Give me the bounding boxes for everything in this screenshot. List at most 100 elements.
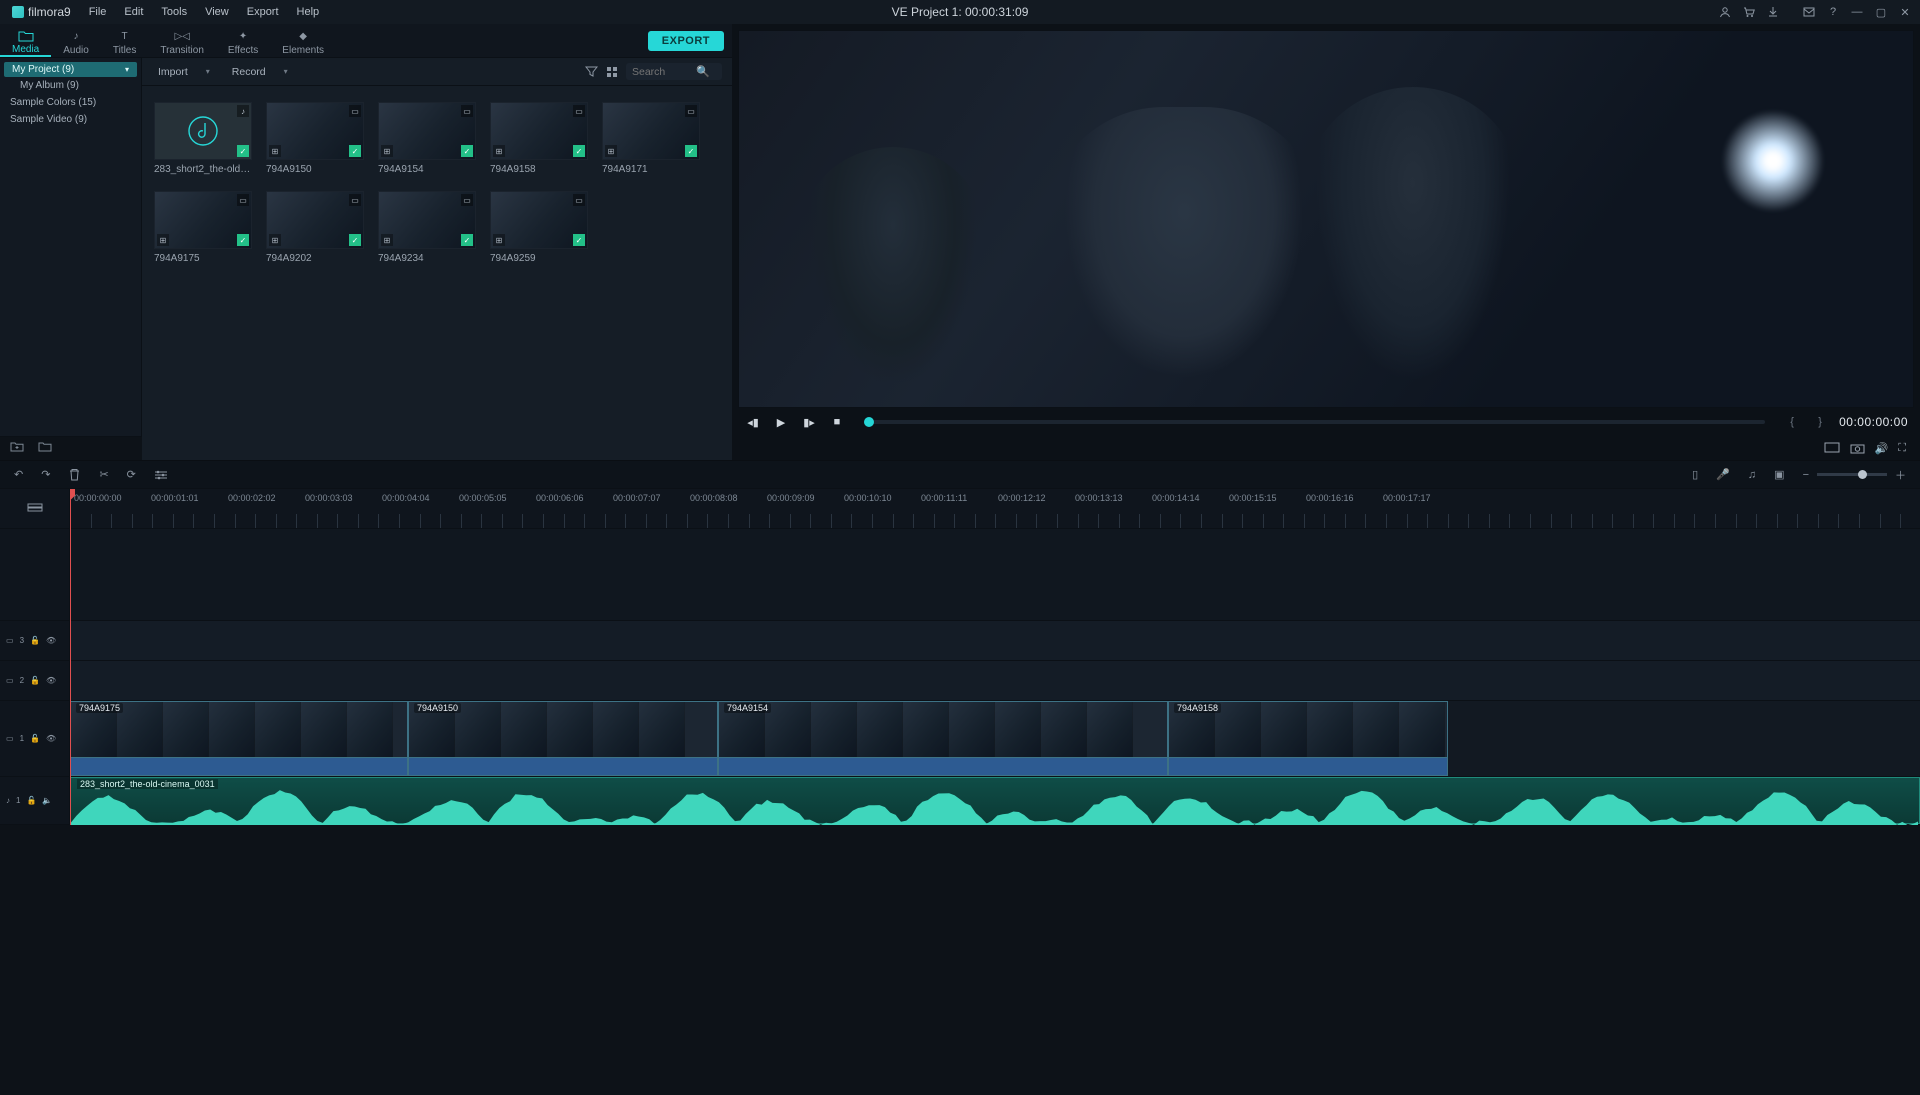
clip-thumbnail[interactable]: ▭⊞✓ [378,102,476,160]
cart-icon[interactable] [1740,3,1758,21]
library-clip[interactable]: ▭⊞✓794A9259 [490,191,588,264]
zoom-out-button[interactable]: − [1803,469,1809,481]
next-frame-button[interactable]: ▮▸ [800,413,818,431]
zoom-slider[interactable] [1817,473,1887,476]
undo-button[interactable]: ↶ [14,468,23,481]
library-clip[interactable]: ▭⊞✓794A9234 [378,191,476,264]
library-clip[interactable]: ▭⊞✓794A9158 [490,102,588,175]
timeline-clip[interactable]: 794A9150 [408,701,718,776]
tab-elements[interactable]: ◆Elements [270,24,336,57]
voiceover-icon[interactable]: 🎤 [1716,468,1730,481]
lock-icon[interactable]: 🔓 [30,676,40,685]
help-icon[interactable]: ? [1824,3,1842,21]
account-icon[interactable] [1716,3,1734,21]
import-dropdown[interactable]: Import▾ [152,64,216,80]
clip-thumbnail[interactable]: ▭⊞✓ [490,102,588,160]
library-clip[interactable]: ♪✓283_short2_the-old-cine… [154,102,252,175]
menu-help[interactable]: Help [289,3,328,21]
zoom-in-button[interactable]: ＋ [1895,467,1906,483]
mark-out-button[interactable]: } [1811,413,1829,431]
audio-clip[interactable]: 283_short2_the-old-cinema_0031 [70,777,1920,824]
visibility-icon[interactable]: 👁 [46,636,56,645]
library-clip[interactable]: ▭⊞✓794A9171 [602,102,700,175]
preview-progress[interactable] [864,420,1765,424]
track-video-2[interactable] [70,661,1920,701]
tab-titles[interactable]: TTitles [101,24,149,57]
clip-thumbnail[interactable]: ♪✓ [154,102,252,160]
menu-file[interactable]: File [81,3,115,21]
lock-icon[interactable]: 🔓 [26,796,36,805]
close-icon[interactable]: ✕ [1896,3,1914,21]
export-button[interactable]: EXPORT [648,31,724,51]
preview-viewer[interactable] [738,30,1914,408]
visibility-icon[interactable]: 👁 [46,734,56,743]
record-dropdown[interactable]: Record▾ [226,64,294,80]
filter-icon[interactable] [585,66,598,78]
mute-icon[interactable]: 🔈 [42,796,52,805]
progress-playhead-icon[interactable] [864,417,874,427]
menu-edit[interactable]: Edit [116,3,151,21]
add-to-timeline-icon[interactable]: ⊞ [269,234,281,246]
tab-media[interactable]: Media [0,24,51,57]
tab-audio[interactable]: ♪Audio [51,24,101,57]
add-to-timeline-icon[interactable]: ⊞ [381,234,393,246]
tab-transition[interactable]: ▷◁Transition [148,24,216,57]
delete-button[interactable] [68,468,81,482]
minimize-icon[interactable]: — [1848,3,1866,21]
clip-thumbnail[interactable]: ▭⊞✓ [378,191,476,249]
fullscreen-icon[interactable]: ⛶ [1898,442,1906,455]
lock-icon[interactable]: 🔓 [30,734,40,743]
clip-thumbnail[interactable]: ▭⊞✓ [266,102,364,160]
sidebar-item-my-album[interactable]: My Album (9) [0,77,141,94]
snapshot-icon[interactable] [1850,442,1865,454]
tab-effects[interactable]: ✦Effects [216,24,270,57]
crop-icon[interactable]: ▣ [1774,468,1784,481]
track-video-1[interactable]: 794A9175794A9150794A9154794A9158 [70,701,1920,777]
grid-view-icon[interactable] [606,66,618,78]
search-input[interactable]: 🔍 [626,63,722,80]
sidebar-item-sample-colors[interactable]: Sample Colors (15) [0,94,141,111]
time-ruler[interactable]: 00:00:00:0000:00:01:0100:00:02:0200:00:0… [70,489,1920,529]
add-to-timeline-icon[interactable]: ⊞ [605,145,617,157]
clip-thumbnail[interactable]: ▭⊞✓ [154,191,252,249]
track-audio-1[interactable]: 283_short2_the-old-cinema_0031 [70,777,1920,825]
timeline-clip[interactable]: 794A9175 [70,701,408,776]
mail-icon[interactable] [1800,3,1818,21]
library-clip[interactable]: ▭⊞✓794A9154 [378,102,476,175]
menu-tools[interactable]: Tools [153,3,195,21]
settings-icon[interactable] [154,469,168,481]
display-toggle-icon[interactable] [1824,442,1840,454]
volume-icon[interactable]: 🔊 [1875,442,1889,455]
sidebar-item-sample-video[interactable]: Sample Video (9) [0,111,141,128]
new-folder-icon[interactable] [10,441,26,457]
menu-export[interactable]: Export [239,3,287,21]
marker-icon[interactable]: ▯ [1692,468,1698,481]
mixer-icon[interactable]: ♫ [1748,469,1756,481]
split-button[interactable]: ✂ [99,468,108,481]
prev-frame-button[interactable]: ◂▮ [744,413,762,431]
maximize-icon[interactable]: ▢ [1872,3,1890,21]
library-clip[interactable]: ▭⊞✓794A9175 [154,191,252,264]
clip-thumbnail[interactable]: ▭⊞✓ [266,191,364,249]
menu-view[interactable]: View [197,3,237,21]
search-field[interactable] [632,66,696,78]
track-video-3[interactable] [70,621,1920,661]
add-to-timeline-icon[interactable]: ⊞ [493,145,505,157]
add-to-timeline-icon[interactable]: ⊞ [381,145,393,157]
playhead[interactable] [70,489,71,825]
timeline-clip[interactable]: 794A9154 [718,701,1168,776]
redo-button[interactable]: ↷ [41,468,50,481]
add-to-timeline-icon[interactable]: ⊞ [269,145,281,157]
library-clip[interactable]: ▭⊞✓794A9202 [266,191,364,264]
clip-thumbnail[interactable]: ▭⊞✓ [602,102,700,160]
library-clip[interactable]: ▭⊞✓794A9150 [266,102,364,175]
sidebar-project-heading[interactable]: My Project (9) ▾ [4,62,137,77]
tracks-area[interactable]: 00:00:00:0000:00:01:0100:00:02:0200:00:0… [70,489,1920,825]
lock-icon[interactable]: 🔓 [30,636,40,645]
render-button[interactable]: ⟳ [127,468,136,481]
mark-in-button[interactable]: { [1783,413,1801,431]
visibility-icon[interactable]: 👁 [46,676,56,685]
play-button[interactable]: ▶ [772,413,790,431]
timeline-clip[interactable]: 794A9158 [1168,701,1448,776]
download-icon[interactable] [1764,3,1782,21]
